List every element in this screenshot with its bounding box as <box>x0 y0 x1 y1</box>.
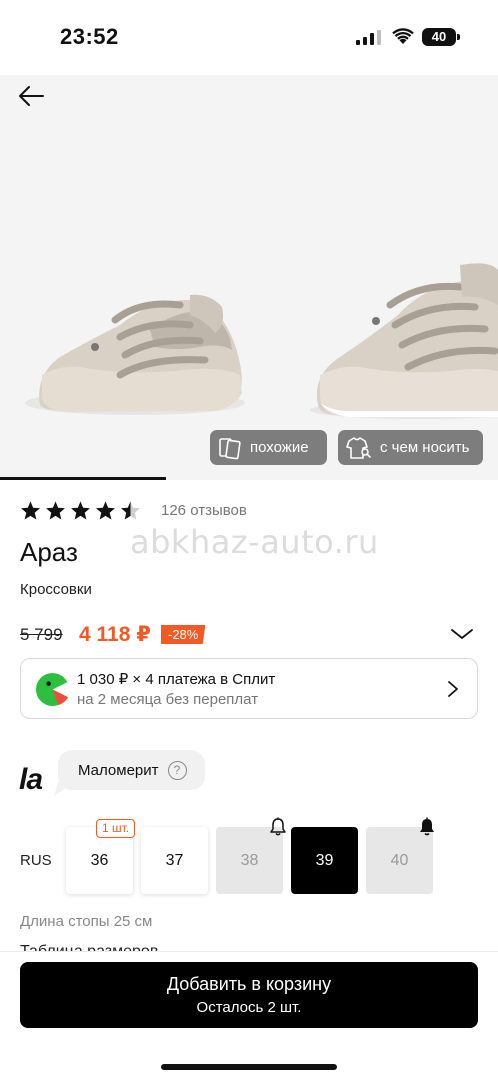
size-option-38[interactable]: 38 <box>216 827 283 894</box>
star-icon <box>71 501 90 520</box>
battery-icon: 40 <box>422 28 460 46</box>
size-option-39[interactable]: 39 <box>291 827 358 894</box>
star-icon <box>96 501 115 520</box>
size-option-37[interactable]: 37 <box>141 827 208 894</box>
bottom-panel: Добавить в корзину Осталось 2 шт. <box>0 951 498 1080</box>
product-category: Кроссовки <box>20 581 92 598</box>
size-table-link[interactable]: Таблица размеров <box>20 941 158 951</box>
bell-filled-icon[interactable] <box>418 817 436 836</box>
stock-tag: 1 шт. <box>96 819 136 838</box>
star-icon <box>46 501 65 520</box>
bell-outline-icon[interactable] <box>269 817 287 836</box>
star-icon <box>21 501 40 520</box>
fit-advice-bubble[interactable]: Маломерит ? <box>58 750 205 790</box>
product-image <box>25 263 498 419</box>
discount-badge: -28% <box>161 625 206 644</box>
product-gallery[interactable]: похожие с чем носить <box>0 75 498 480</box>
wifi-icon <box>392 28 414 44</box>
old-price: 5 799 <box>20 625 63 644</box>
outfit-label: с чем носить <box>380 439 470 456</box>
split-payment-card[interactable]: 1 030 ₽ × 4 платежа в Сплит на 2 месяца … <box>20 658 478 719</box>
add-to-cart-label: Добавить в корзину <box>166 974 332 994</box>
foot-length: Длина стопы 25 см <box>20 913 153 930</box>
split-installment-subtext: на 2 месяца без переплат <box>77 691 259 708</box>
stock-remaining-label: Осталось 2 шт. <box>196 999 302 1016</box>
la-logo: la <box>19 763 43 796</box>
status-time: 23:52 <box>60 24 119 49</box>
rating[interactable]: 126 отзывов <box>20 500 247 521</box>
chevron-right-icon <box>448 681 458 697</box>
similar-cards-icon <box>219 437 241 459</box>
size-region-label: RUS <box>20 852 52 869</box>
home-indicator[interactable] <box>161 1064 337 1070</box>
add-to-cart-button[interactable]: Добавить в корзину Осталось 2 шт. <box>20 962 478 1028</box>
size-option-40[interactable]: 40 <box>366 827 433 894</box>
reviews-count[interactable]: 126 отзывов <box>161 502 247 519</box>
fit-advice-label: Маломерит <box>78 761 159 779</box>
split-installment-text: 1 030 ₽ × 4 платежа в Сплит <box>77 671 276 688</box>
similar-button[interactable]: похожие <box>210 430 327 465</box>
half-star-icon <box>121 501 140 520</box>
outfit-button[interactable]: с чем носить <box>338 430 483 465</box>
price-row[interactable]: 5 799 4 118 ₽ -28% <box>20 622 478 648</box>
rating-stars <box>20 500 145 521</box>
tshirt-icon <box>346 436 371 459</box>
split-logo-icon <box>35 672 70 707</box>
current-price: 4 118 ₽ <box>79 623 151 646</box>
gallery-progress-indicator <box>0 477 166 480</box>
cellular-signal-icon <box>356 30 381 45</box>
watermark: abkhaz-auto.ru <box>130 523 379 561</box>
chevron-down-icon[interactable] <box>450 626 474 642</box>
similar-label: похожие <box>250 439 309 456</box>
status-bar: 23:52 40 <box>0 0 498 75</box>
help-icon[interactable]: ? <box>167 760 187 780</box>
brand-name[interactable]: Араз <box>20 537 78 568</box>
